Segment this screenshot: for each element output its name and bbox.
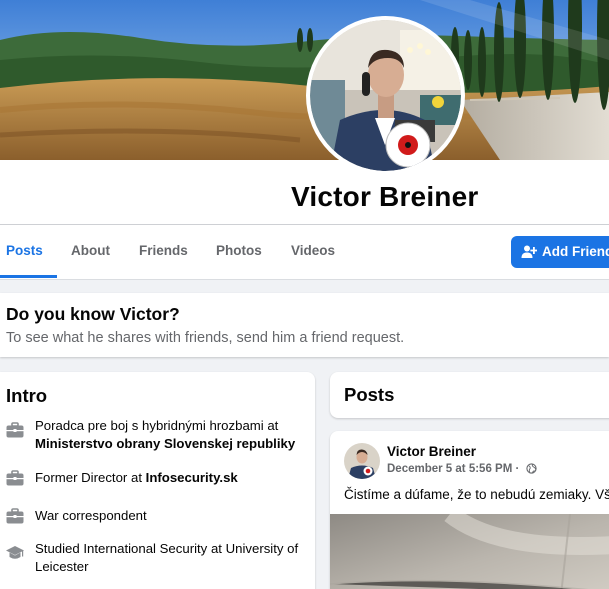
globe-icon [525, 463, 537, 474]
post-meta: December 5 at 5:56 PM · [387, 463, 537, 475]
intro-item-text: Former Director at Infosecurity.sk [35, 470, 238, 485]
post-author-avatar[interactable] [344, 443, 380, 479]
cover-photo[interactable] [0, 0, 609, 160]
friend-request-prompt: Do you know Victor? To see what he share… [0, 293, 609, 357]
graduation-cap-icon [6, 546, 24, 559]
briefcase-icon [6, 508, 24, 524]
tab-photos[interactable]: Photos [216, 225, 262, 279]
add-friend-button[interactable]: Add Friend [511, 236, 609, 268]
briefcase-icon [6, 422, 24, 438]
post-text: Čistíme a dúfame, že to nebudú zemiaky. … [344, 487, 609, 502]
prompt-title: Do you know Victor? [6, 304, 180, 324]
posts-section-title: Posts [344, 384, 395, 405]
tab-about[interactable]: About [71, 225, 110, 279]
header-bottom-border [0, 279, 609, 280]
briefcase-icon [6, 470, 24, 486]
prompt-subtitle: To see what he shares with friends, send… [6, 330, 405, 346]
tab-posts[interactable]: Posts [6, 225, 43, 279]
active-tab-indicator [0, 275, 57, 278]
post-timestamp[interactable]: December 5 at 5:56 PM [387, 463, 512, 475]
meta-separator: · [515, 463, 520, 475]
post-image[interactable] [330, 506, 609, 589]
post-author-name[interactable]: Victor Breiner [387, 444, 476, 459]
intro-item-text: War correspondent [35, 508, 147, 523]
tab-friends[interactable]: Friends [139, 225, 188, 279]
person-plus-icon [521, 245, 537, 258]
profile-avatar[interactable] [306, 16, 465, 175]
tab-videos[interactable]: Videos [291, 225, 335, 279]
profile-name: Victor Breiner [291, 181, 479, 212]
intro-card: Intro Poradca pre boj s hybridnými hrozb… [0, 372, 315, 589]
intro-item-text: Poradca pre boj s hybridnými hrozbami at… [35, 418, 296, 451]
post-card: Victor Breiner December 5 at 5:56 PM · Č… [330, 431, 609, 589]
intro-item-text: Studied International Security at Univer… [35, 541, 299, 574]
intro-title: Intro [6, 385, 48, 406]
posts-section-header: Posts [330, 372, 609, 418]
add-friend-label: Add Friend [542, 244, 609, 259]
